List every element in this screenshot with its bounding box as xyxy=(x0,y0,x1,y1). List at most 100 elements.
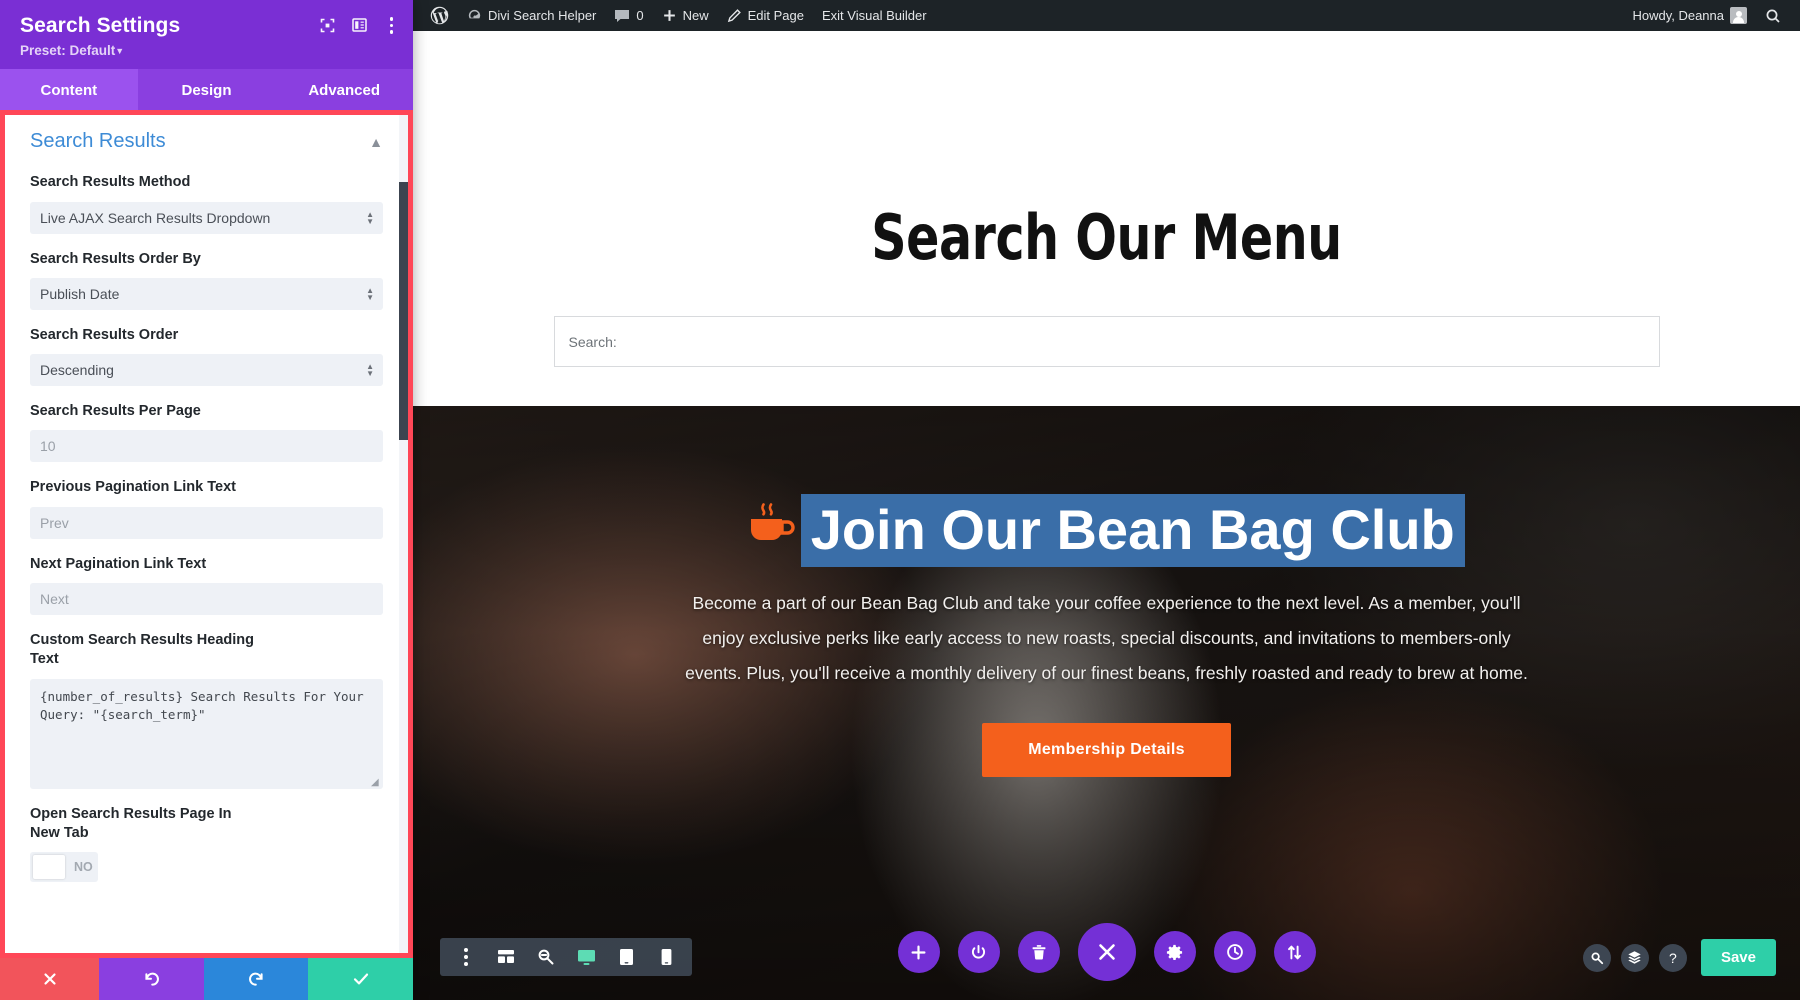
close-x-icon[interactable] xyxy=(1077,923,1136,981)
resize-grip-icon[interactable]: ◢ xyxy=(371,777,380,787)
device-preview-toolbar xyxy=(440,938,692,976)
panel-tabs: Content Design Advanced xyxy=(0,69,414,113)
howdy-label: Howdy, Deanna xyxy=(1632,8,1724,23)
panel-scrollbar-thumb[interactable] xyxy=(399,182,408,441)
tab-content[interactable]: Content xyxy=(0,69,138,113)
site-preview: Divi Search Helper 0 New Edit Page Exit … xyxy=(413,0,1800,1000)
site-name-menu[interactable]: Divi Search Helper xyxy=(458,0,605,31)
avatar xyxy=(1730,7,1747,24)
membership-details-button[interactable]: Membership Details xyxy=(982,723,1231,778)
wp-admin-bar: Divi Search Helper 0 New Edit Page Exit … xyxy=(413,0,1800,31)
panel-footer xyxy=(0,958,413,1000)
select-wrapper: Descending ▲ ▼ xyxy=(30,354,383,387)
exit-builder-label: Exit Visual Builder xyxy=(822,8,927,23)
edit-page-label: Edit Page xyxy=(747,8,804,23)
search-input[interactable]: Search: xyxy=(553,316,1660,367)
site-name-label: Divi Search Helper xyxy=(488,8,597,23)
open-in-new-tab-toggle[interactable]: NO xyxy=(30,852,98,883)
tab-design[interactable]: Design xyxy=(137,69,276,113)
builder-action-bar xyxy=(897,923,1316,981)
toggle-row: NO xyxy=(30,852,383,883)
hero-content: Join Our Bean Bag Club Become a part of … xyxy=(413,406,1800,778)
panel-highlight-outline-top xyxy=(0,110,413,115)
coffee-cup-icon xyxy=(748,503,800,553)
search-results-per-page-input[interactable]: 10 xyxy=(30,430,383,463)
select-wrapper: Live AJAX Search Results Dropdown ▲ ▼ xyxy=(30,201,383,234)
search-results-order-by-select[interactable]: Publish Date xyxy=(30,277,383,310)
field-search-results-per-page: Search Results Per Page 10 xyxy=(30,402,383,463)
field-label: Next Pagination Link Text xyxy=(30,555,207,572)
select-arrows-icon: ▲ ▼ xyxy=(366,209,374,226)
hero-paragraph: Become a part of our Bean Bag Club and t… xyxy=(685,593,1528,684)
field-custom-search-results-heading-text: Custom Search Results Heading Text {numb… xyxy=(30,631,383,789)
chevron-up-icon[interactable]: ▲ xyxy=(369,135,383,149)
history-clock-icon[interactable] xyxy=(1213,931,1256,973)
kebab-menu-icon[interactable] xyxy=(446,938,486,976)
comment-bubble-icon xyxy=(615,9,630,22)
field-label: Previous Pagination Link Text xyxy=(30,479,236,496)
panel-body-wrapper: Search Results ▲ Search Results Method L… xyxy=(0,112,413,958)
redo-button[interactable] xyxy=(204,958,308,1000)
field-next-pagination-link-text: Next Pagination Link Text Next xyxy=(30,555,383,615)
edit-page-menu[interactable]: Edit Page xyxy=(718,0,813,31)
field-previous-pagination-link-text: Previous Pagination Link Text Prev xyxy=(30,478,383,539)
search-settings-panel: Search Settings Preset: Default▼ Content… xyxy=(0,0,414,1000)
field-open-results-in-new-tab: Open Search Results Page In New Tab NO xyxy=(30,805,383,883)
hero-section: Join Our Bean Bag Club Become a part of … xyxy=(413,406,1800,1000)
zoom-out-icon[interactable] xyxy=(526,938,566,976)
help-icon[interactable]: ? xyxy=(1658,943,1687,972)
fullscreen-icon[interactable] xyxy=(320,18,335,33)
kebab-menu-icon[interactable] xyxy=(384,15,400,36)
site-top-section: Search Our Menu Search: xyxy=(413,31,1800,406)
chevron-down-icon: ▼ xyxy=(115,46,125,57)
wordpress-logo-icon[interactable] xyxy=(421,0,458,31)
field-label: Open Search Results Page In New Tab xyxy=(30,805,232,841)
phone-icon[interactable] xyxy=(646,938,686,976)
field-search-results-order: Search Results Order Descending ▲ ▼ xyxy=(30,326,383,387)
search-results-order-select[interactable]: Descending xyxy=(30,354,383,387)
panel-layout-icon[interactable] xyxy=(351,18,367,32)
save-settings-button[interactable] xyxy=(308,958,413,1000)
previous-pagination-link-text-input[interactable]: Prev xyxy=(30,506,383,539)
search-results-section-header[interactable]: Search Results ▲ xyxy=(30,130,383,153)
field-label: Search Results Method xyxy=(30,174,191,191)
pencil-icon xyxy=(727,9,741,23)
comments-menu[interactable]: 0 xyxy=(605,0,652,31)
field-label: Search Results Per Page xyxy=(30,403,201,420)
search-icon[interactable] xyxy=(1756,0,1790,31)
tablet-icon[interactable] xyxy=(606,938,646,976)
panel-preset-selector[interactable]: Preset: Default▼ xyxy=(20,43,397,58)
sort-arrows-icon[interactable] xyxy=(1273,931,1316,973)
new-content-menu[interactable]: New xyxy=(653,0,718,31)
search-icon[interactable] xyxy=(1582,943,1611,972)
field-label: Custom Search Results Heading Text xyxy=(30,631,254,668)
wireframe-icon[interactable] xyxy=(486,938,526,976)
add-icon[interactable] xyxy=(897,931,940,973)
gear-icon[interactable] xyxy=(1153,931,1196,973)
search-results-method-select[interactable]: Live AJAX Search Results Dropdown xyxy=(30,201,383,234)
hero-heading: Join Our Bean Bag Club xyxy=(800,494,1465,567)
cancel-button[interactable] xyxy=(0,958,99,1000)
undo-button[interactable] xyxy=(99,958,204,1000)
power-icon[interactable] xyxy=(957,931,1000,973)
next-pagination-link-text-input[interactable]: Next xyxy=(30,582,383,615)
exit-visual-builder-menu[interactable]: Exit Visual Builder xyxy=(813,0,936,31)
comments-count: 0 xyxy=(636,8,644,23)
admin-bar-right: Howdy, Deanna xyxy=(1623,0,1800,31)
howdy-menu[interactable]: Howdy, Deanna xyxy=(1623,0,1756,31)
screen-root: Search Settings Preset: Default▼ Content… xyxy=(0,0,1800,1000)
field-search-results-order-by: Search Results Order By Publish Date ▲ ▼ xyxy=(30,250,383,310)
builder-right-toolbar: ? Save xyxy=(1582,939,1776,976)
desktop-icon[interactable] xyxy=(566,938,606,976)
custom-search-results-heading-textarea[interactable]: {number_of_results} Search Results For Y… xyxy=(30,678,383,789)
save-button[interactable]: Save xyxy=(1700,939,1776,976)
trash-icon[interactable] xyxy=(1017,931,1060,973)
toggle-knob xyxy=(33,855,65,880)
search-input-placeholder: Search: xyxy=(568,333,617,350)
panel-body: Search Results ▲ Search Results Method L… xyxy=(5,112,408,958)
tab-advanced[interactable]: Advanced xyxy=(275,69,414,113)
layers-icon[interactable] xyxy=(1620,943,1649,972)
select-arrows-icon: ▲ ▼ xyxy=(366,362,374,379)
dashboard-icon xyxy=(468,9,481,19)
select-wrapper: Publish Date ▲ ▼ xyxy=(30,277,383,310)
